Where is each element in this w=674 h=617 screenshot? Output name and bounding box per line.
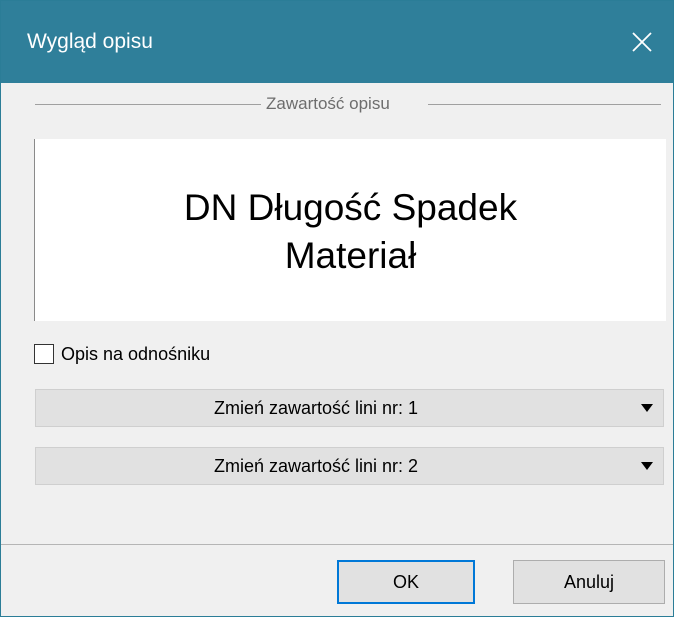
group-divider-right — [428, 104, 661, 105]
preview-line-2: Materiał — [284, 235, 417, 276]
change-line-1-dropdown[interactable]: Zmień zawartość lini nr: 1 — [35, 389, 664, 427]
dropdown-label: Zmień zawartość lini nr: 1 — [213, 398, 419, 418]
group-label: Zawartość opisu — [266, 94, 390, 113]
chevron-down-icon — [641, 404, 653, 412]
chevron-down-icon — [641, 462, 653, 470]
window-title: Wygląd opisu — [27, 30, 153, 53]
dialog-window: Wygląd opisu Zawartość opisu DN Długość … — [0, 0, 674, 617]
description-preview: DN Długość Spadek Materiał — [34, 139, 666, 321]
close-button[interactable] — [613, 1, 673, 83]
title-bar[interactable]: Wygląd opisu — [1, 1, 673, 83]
ok-button[interactable]: OK — [337, 560, 475, 604]
change-line-2-dropdown[interactable]: Zmień zawartość lini nr: 2 — [35, 447, 664, 485]
cancel-button[interactable]: Anuluj — [513, 560, 665, 604]
checkbox-label[interactable]: Opis na odnośniku — [61, 344, 210, 365]
label-on-leader-checkbox[interactable] — [34, 344, 54, 364]
dropdown-label: Zmień zawartość lini nr: 2 — [213, 456, 419, 476]
close-icon — [632, 32, 652, 52]
footer-separator — [1, 544, 673, 545]
preview-line-1: DN Długość Spadek — [183, 187, 518, 228]
group-divider-left — [35, 104, 261, 105]
